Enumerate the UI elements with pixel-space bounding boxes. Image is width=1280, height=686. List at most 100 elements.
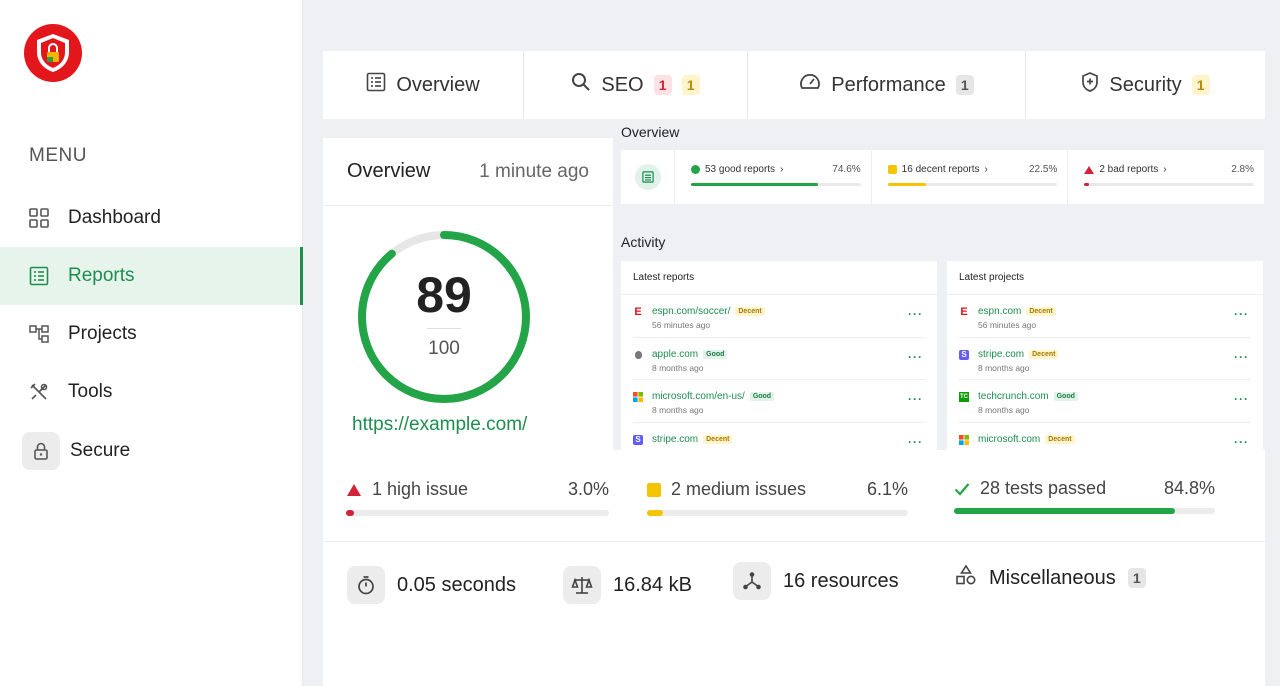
stopwatch-icon [347,566,385,604]
passed-tests-item[interactable]: 28 tests passed 84.8% [954,450,1215,542]
status-badge: Decent [703,434,733,444]
app-logo[interactable] [24,24,82,82]
load-time-value: 0.05 seconds [397,573,516,596]
shield-lock-icon [37,34,69,72]
shapes-icon [955,564,977,592]
list-item: Sstripe.com Decent 8 months ago ··· [959,338,1251,380]
timestamp: 8 months ago [652,362,704,373]
site-link[interactable]: apple.com Good [652,348,728,360]
status-badge: Decent [1026,307,1056,316]
sidebar-item-dashboard[interactable]: Dashboard [0,189,303,247]
bad-reports-bar [1084,183,1255,186]
timestamp: 56 minutes ago [978,320,1037,330]
medium-issue-label: 2 medium issues [671,479,807,499]
list-item: Eespn.com/soccer/Decent 56 minutes ago ··· [633,295,925,338]
status-badge: Good [1053,392,1078,401]
more-options-icon[interactable]: ··· [1234,350,1249,364]
high-issue-pct: 3.0% [567,479,609,499]
site-link[interactable]: espn.com Decent [978,306,1056,317]
more-options-icon[interactable]: ··· [908,350,923,364]
report-url-link[interactable]: https://example.com/ [352,414,527,436]
miscellaneous-label: Miscellaneous [989,566,1116,589]
chevron-right-icon: › [780,164,784,175]
stripe-icon: S [633,434,643,445]
more-options-icon[interactable]: ··· [1234,392,1249,406]
tab-security[interactable]: Security 1 [1026,51,1265,119]
microsoft-icon [633,392,643,402]
apple-icon [633,350,643,360]
progress-fill [954,508,1176,514]
decent-reports-label: 16 decent reports [901,164,980,175]
latest-projects-title: Latest projects [947,261,1263,295]
status-badge: Good [749,392,775,401]
sidebar-item-label: Projects [68,323,137,344]
high-issue-item[interactable]: 1 high issue 3.0% [346,450,609,542]
site-link[interactable]: microsoft.com Decent [978,434,1075,445]
site-name: espn.com/soccer/ [652,306,731,317]
progress-fill [346,510,354,516]
shield-icon [1081,72,1099,98]
decent-reports-pct: 22.5% [1028,164,1058,175]
site-link[interactable]: stripe.com Decent [652,433,733,445]
bad-reports-cell: 2 bad reports › 2.8% [1068,150,1264,204]
tab-label: SEO [601,73,644,96]
more-options-icon[interactable]: ··· [908,307,923,321]
chevron-right-icon: › [1163,164,1167,175]
sidebar: MENU Dashboard Reports Projects Tools Se… [0,0,303,686]
stats-strip: 0.05 seconds 16.84 kB 16 resources Misce… [323,542,1265,686]
site-link[interactable]: espn.com/soccer/Decent [652,306,765,317]
sidebar-item-projects[interactable]: Projects [0,305,303,363]
more-options-icon[interactable]: ··· [1234,435,1249,449]
menu-label: MENU [29,145,87,166]
decent-reports-link[interactable]: 16 decent reports › [887,164,988,175]
good-dot-icon [691,165,700,174]
medium-issue-badge: 1 [1191,75,1210,95]
report-icon [634,164,661,190]
report-tabs: Overview SEO 1 1 Performance 1 Security … [323,51,1265,119]
sidebar-item-label: Dashboard [68,207,161,228]
progress-fill [1084,183,1090,186]
bad-reports-link[interactable]: 2 bad reports › [1084,164,1167,175]
checkmark-icon [954,482,970,496]
site-link[interactable]: microsoft.com/en-us/Good [652,391,775,402]
scale-icon [563,566,601,604]
more-options-icon[interactable]: ··· [1234,307,1249,321]
tab-seo[interactable]: SEO 1 1 [524,51,748,119]
microsoft-icon [959,434,969,445]
tab-label: Performance [831,73,946,96]
grid-icon [28,207,50,229]
progress-fill [647,510,663,516]
passed-tests-pct: 84.8% [1163,478,1215,498]
more-options-icon[interactable]: ··· [908,392,923,406]
sidebar-item-secure[interactable]: Secure [0,422,303,480]
progress-fill [691,183,818,186]
bad-reports-label: 2 bad reports [1099,164,1159,175]
summary-bar: 53 good reports › 74.6% 16 decent report… [621,150,1264,204]
espn-icon: E [960,306,968,318]
medium-issue-pct: 6.1% [866,479,908,499]
good-reports-link[interactable]: 53 good reports › [691,164,783,175]
sidebar-item-reports[interactable]: Reports [0,247,303,305]
overview-card: Overview 1 minute ago 89 100 https://exa… [323,138,613,450]
tab-performance[interactable]: Performance 1 [748,51,1026,119]
site-name: stripe.com [652,433,699,445]
site-name: apple.com [652,348,699,360]
score-value: 89 [416,267,472,323]
tab-overview[interactable]: Overview [323,51,524,119]
status-badge: Decent [735,307,765,316]
techcrunch-icon: TC [959,392,969,402]
status-badge: Decent [1045,434,1075,444]
more-options-icon[interactable]: ··· [908,435,923,449]
good-reports-label: 53 good reports [705,164,776,175]
site-link[interactable]: stripe.com Decent [978,349,1059,360]
sidebar-item-tools[interactable]: Tools [0,363,303,421]
site-name: microsoft.com [978,433,1041,445]
list-item: Eespn.com Decent 56 minutes ago ··· [959,295,1251,338]
miscellaneous-stat[interactable]: Miscellaneous 1 [955,564,1146,592]
projects-icon [28,323,50,345]
site-link[interactable]: techcrunch.com Good [978,391,1078,402]
good-reports-bar [691,183,861,186]
medium-issue-item[interactable]: 2 medium issues 6.1% [647,450,908,542]
report-icon [28,265,50,287]
network-icon [733,562,771,600]
